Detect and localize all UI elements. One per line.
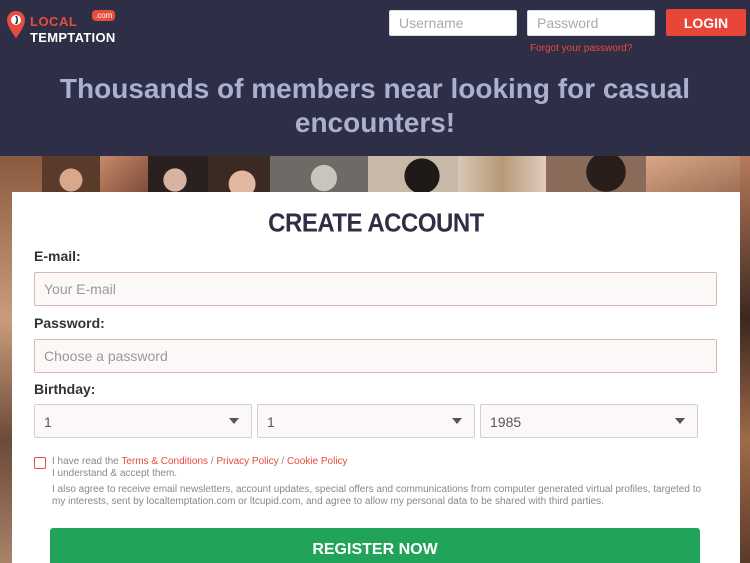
chevron-down-icon bbox=[675, 418, 685, 424]
site-logo[interactable]: LOCAL .com TEMPTATION bbox=[6, 8, 126, 45]
terms-text: I have read the Terms & Conditions / Pri… bbox=[52, 456, 712, 508]
forgot-password-link[interactable]: Forgot your password? bbox=[530, 43, 632, 54]
terms-checkbox[interactable] bbox=[34, 457, 46, 469]
logo-word-temptation: TEMPTATION bbox=[30, 30, 116, 45]
terms-separator: / bbox=[278, 456, 287, 467]
password-input[interactable] bbox=[527, 10, 655, 36]
privacy-link[interactable]: Privacy Policy bbox=[216, 456, 278, 467]
email-label: E-mail: bbox=[34, 248, 81, 264]
terms-prefix: I have read the bbox=[52, 456, 122, 467]
birthday-month-select[interactable]: 1 bbox=[257, 404, 475, 438]
password-field[interactable] bbox=[34, 339, 717, 373]
email-field[interactable] bbox=[34, 272, 717, 306]
birthday-label: Birthday: bbox=[34, 381, 96, 397]
photo-tile bbox=[208, 156, 270, 196]
chevron-down-icon bbox=[229, 418, 239, 424]
create-account-title: CREATE ACCOUNT bbox=[268, 208, 484, 239]
signup-card: CREATE ACCOUNT E-mail: Password: Birthda… bbox=[12, 192, 740, 563]
consent-text: I also agree to receive email newsletter… bbox=[52, 484, 702, 507]
headline-line-2: encounters! bbox=[294, 107, 456, 138]
username-input[interactable] bbox=[389, 10, 517, 36]
register-button[interactable]: REGISTER NOW bbox=[50, 528, 700, 563]
page-headline: Thousands of members near looking for ca… bbox=[0, 72, 750, 140]
birthday-day-select[interactable]: 1 bbox=[34, 404, 252, 438]
birthday-year-value: 1985 bbox=[490, 414, 522, 430]
photo-tile bbox=[368, 156, 458, 196]
birthday-day-value: 1 bbox=[44, 414, 52, 430]
photo-tile bbox=[148, 156, 208, 196]
photo-tile bbox=[646, 156, 750, 196]
photo-tile bbox=[546, 156, 646, 196]
photo-tile bbox=[740, 156, 750, 563]
photo-tile bbox=[458, 156, 546, 196]
chevron-down-icon bbox=[452, 418, 462, 424]
headline-line-1: Thousands of members near looking for ca… bbox=[59, 73, 691, 104]
photo-tile bbox=[100, 156, 148, 196]
login-button[interactable]: LOGIN bbox=[666, 9, 746, 36]
location-pin-icon bbox=[7, 11, 25, 38]
logo-word-local: LOCAL bbox=[30, 14, 78, 29]
cookie-link[interactable]: Cookie Policy bbox=[287, 456, 348, 467]
header-bar: LOCAL .com TEMPTATION LOGIN Forgot your … bbox=[0, 0, 750, 156]
terms-link[interactable]: Terms & Conditions bbox=[121, 456, 208, 467]
birthday-month-value: 1 bbox=[267, 414, 275, 430]
photo-tile bbox=[270, 156, 368, 196]
photo-tile bbox=[42, 156, 100, 196]
logo-com-badge: .com bbox=[92, 10, 116, 21]
accept-text: I understand & accept them. bbox=[52, 468, 178, 479]
password-label: Password: bbox=[34, 315, 105, 331]
birthday-year-select[interactable]: 1985 bbox=[480, 404, 698, 438]
